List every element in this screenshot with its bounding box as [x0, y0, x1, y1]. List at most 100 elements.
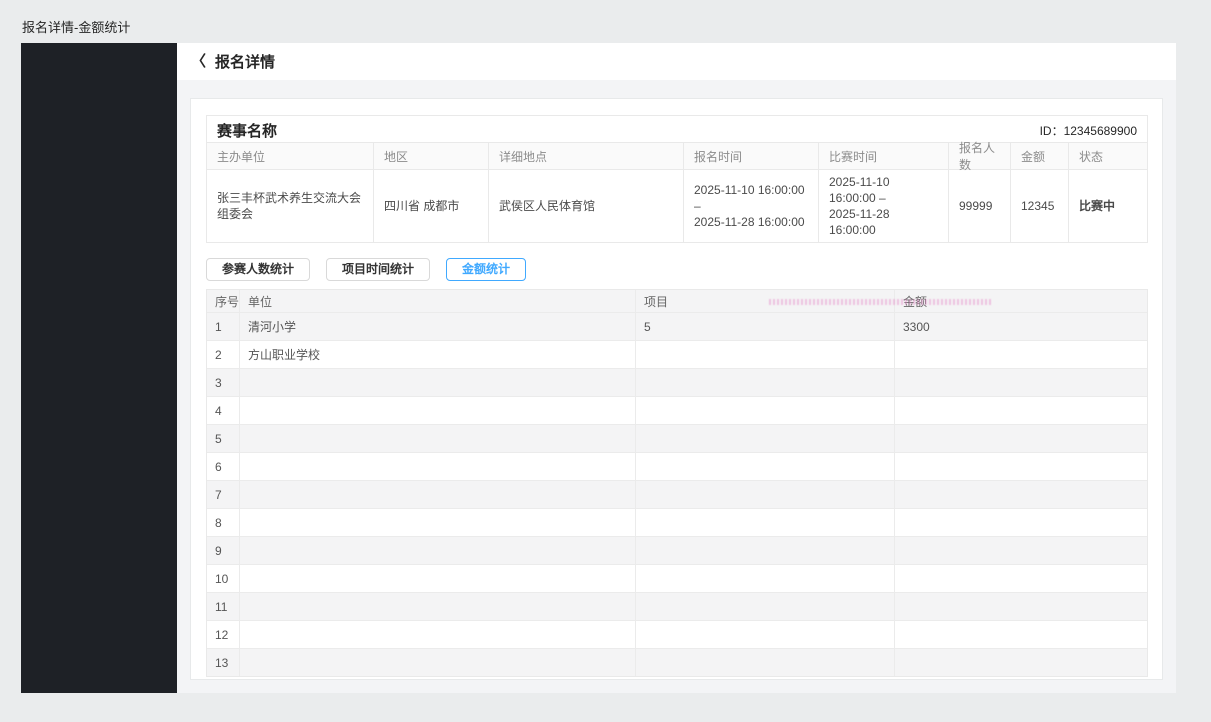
table-cell	[895, 649, 1147, 676]
event-id: ID：12345689900	[1040, 122, 1137, 139]
table-row: 8	[207, 508, 1147, 536]
table-cell	[240, 537, 636, 564]
table-row: 7	[207, 480, 1147, 508]
table-cell: 7	[207, 481, 240, 508]
sidebar	[21, 43, 177, 693]
stats-col-header: 项目	[636, 290, 895, 312]
table-row: 2方山职业学校	[207, 340, 1147, 368]
table-row: 5	[207, 424, 1147, 452]
table-cell	[636, 621, 895, 648]
table-cell	[636, 593, 895, 620]
table-cell: 8	[207, 509, 240, 536]
main-content: 〈 报名详情 赛事名称 ID：12345689900 主办单位地区详细地点报名时…	[177, 43, 1176, 693]
page-title: 报名详情-金额统计	[22, 17, 130, 36]
table-row: 1清河小学53300	[207, 312, 1147, 340]
tab-2[interactable]: 金额统计	[446, 258, 526, 281]
table-cell	[895, 369, 1147, 396]
table-cell: 12	[207, 621, 240, 648]
table-cell	[895, 593, 1147, 620]
table-cell	[240, 369, 636, 396]
table-cell: 3300	[895, 313, 1147, 340]
stats-col-header: 序号	[207, 290, 240, 312]
table-row: 12	[207, 620, 1147, 648]
event-col-header: 金额	[1011, 143, 1069, 169]
event-col-header: 主办单位	[207, 143, 374, 169]
table-cell	[636, 397, 895, 424]
table-row: 6	[207, 452, 1147, 480]
table-cell: 3	[207, 369, 240, 396]
event-cell: 武侯区人民体育馆	[489, 170, 684, 242]
event-table-header: 主办单位地区详细地点报名时间比赛时间报名人数金额状态	[207, 142, 1147, 169]
table-cell	[636, 649, 895, 676]
table-cell: 10	[207, 565, 240, 592]
table-cell	[240, 481, 636, 508]
table-cell	[895, 481, 1147, 508]
event-cell: 张三丰杯武术养生交流大会组委会	[207, 170, 374, 242]
table-row: 11	[207, 592, 1147, 620]
table-cell	[240, 397, 636, 424]
table-cell: 1	[207, 313, 240, 340]
event-col-header: 状态	[1069, 143, 1147, 169]
table-cell: 5	[636, 313, 895, 340]
stats-table: 序号单位项目金额 1清河小学533002方山职业学校34567891011121…	[206, 289, 1148, 677]
event-info-box: 赛事名称 ID：12345689900 主办单位地区详细地点报名时间比赛时间报名…	[206, 115, 1148, 243]
tab-0[interactable]: 参赛人数统计	[206, 258, 310, 281]
event-title-row: 赛事名称 ID：12345689900	[207, 116, 1147, 142]
table-cell	[240, 425, 636, 452]
table-row: 3	[207, 368, 1147, 396]
back-icon[interactable]: 〈	[191, 54, 206, 69]
table-cell	[636, 369, 895, 396]
table-cell	[240, 649, 636, 676]
table-cell: 6	[207, 453, 240, 480]
table-cell: 9	[207, 537, 240, 564]
table-cell	[240, 593, 636, 620]
table-row: 4	[207, 396, 1147, 424]
header-title: 报名详情	[215, 51, 275, 72]
table-cell: 4	[207, 397, 240, 424]
table-row: 13	[207, 648, 1147, 676]
table-cell: 2	[207, 341, 240, 368]
tabs: 参赛人数统计项目时间统计金额统计	[206, 258, 1147, 281]
event-col-header: 地区	[374, 143, 489, 169]
table-cell	[895, 509, 1147, 536]
event-cell: 2025-11-10 16:00:00 – 2025-11-28 16:00:0…	[819, 170, 949, 242]
stats-col-header: 金额	[895, 290, 1147, 312]
table-row: 10	[207, 564, 1147, 592]
table-cell	[636, 425, 895, 452]
table-cell	[895, 341, 1147, 368]
table-cell	[240, 621, 636, 648]
table-cell: 13	[207, 649, 240, 676]
table-cell: 5	[207, 425, 240, 452]
tab-1[interactable]: 项目时间统计	[326, 258, 430, 281]
table-cell	[636, 341, 895, 368]
event-col-header: 比赛时间	[819, 143, 949, 169]
table-cell	[895, 397, 1147, 424]
event-cell: 99999	[949, 170, 1011, 242]
stats-col-header: 单位	[240, 290, 636, 312]
table-cell: 清河小学	[240, 313, 636, 340]
table-cell	[636, 481, 895, 508]
detail-panel: 赛事名称 ID：12345689900 主办单位地区详细地点报名时间比赛时间报名…	[190, 98, 1163, 680]
table-row: 9	[207, 536, 1147, 564]
table-cell	[895, 565, 1147, 592]
table-cell	[895, 537, 1147, 564]
event-col-header: 详细地点	[489, 143, 684, 169]
status-badge: 比赛中	[1069, 170, 1147, 242]
event-section-title: 赛事名称	[217, 120, 277, 141]
table-cell	[636, 453, 895, 480]
event-cell: 四川省 成都市	[374, 170, 489, 242]
stats-table-header: 序号单位项目金额	[207, 290, 1147, 312]
table-cell	[895, 453, 1147, 480]
table-cell	[636, 565, 895, 592]
page-header: 〈 报名详情	[177, 43, 1176, 80]
event-time-range: 2025-11-10 16:00:00 – 2025-11-28 16:00:0…	[694, 182, 808, 230]
table-cell	[636, 509, 895, 536]
event-cell: 12345	[1011, 170, 1069, 242]
table-cell	[636, 537, 895, 564]
event-col-header: 报名时间	[684, 143, 819, 169]
table-cell: 方山职业学校	[240, 341, 636, 368]
event-cell: 2025-11-10 16:00:00 – 2025-11-28 16:00:0…	[684, 170, 819, 242]
table-cell	[895, 621, 1147, 648]
stats-table-body: 1清河小学533002方山职业学校345678910111213	[207, 312, 1147, 676]
table-cell: 11	[207, 593, 240, 620]
